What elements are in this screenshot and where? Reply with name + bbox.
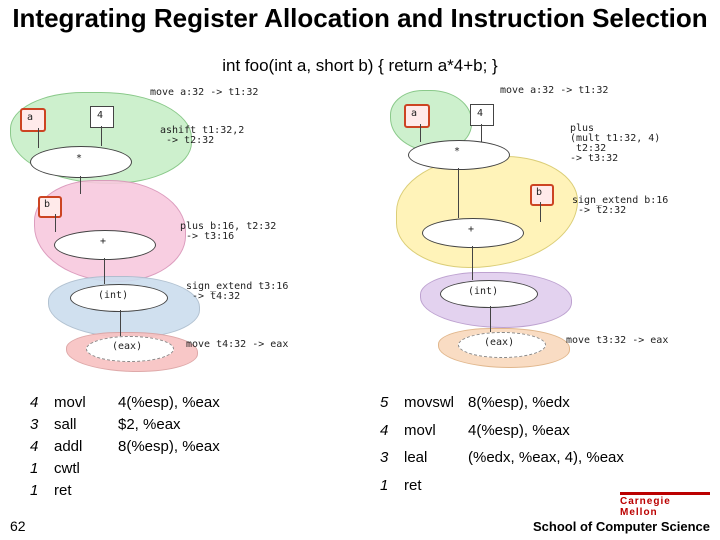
table-row: 1ret xyxy=(30,482,220,504)
anno-signext-l: sign_extend t3:16 -> t4:32 xyxy=(186,282,288,302)
lbl-star-l: * xyxy=(76,154,82,164)
anno-signext-r: sign_extend b:16 -> t2:32 xyxy=(572,196,668,216)
anno-plus-r: plus (mult t1:32, 4) t2:32 -> t3:32 xyxy=(570,124,660,164)
lbl-b-l: b xyxy=(44,200,50,210)
anno-move-a-l: move a:32 -> t1:32 xyxy=(150,88,258,98)
anno-ashift: ashift t1:32,2 -> t2:32 xyxy=(160,126,244,146)
lbl-eax-l: (eax) xyxy=(112,342,142,352)
left-diagram: a 4 * b + (int) (eax) xyxy=(0,84,360,378)
anno-move-t3: move t3:32 -> eax xyxy=(566,336,668,346)
table-row: 1cwtl xyxy=(30,460,220,482)
table-row: 1ret xyxy=(380,477,624,505)
lbl-a: a xyxy=(27,113,33,123)
logo-text: Carnegie Mellon xyxy=(620,492,710,518)
table-row: 4movl4(%esp), %eax xyxy=(30,394,220,416)
table-row: 4movl4(%esp), %eax xyxy=(380,422,624,450)
slide-number: 62 xyxy=(10,518,26,534)
lbl-int-l: (int) xyxy=(98,291,128,301)
lbl-eax-r: (eax) xyxy=(484,338,514,348)
right-diagram: a 4 * b + (int) (eax) move a:32 -> t1:32… xyxy=(360,84,720,378)
lbl-plus-r: + xyxy=(468,225,474,235)
slide-title: Integrating Register Allocation and Inst… xyxy=(0,0,720,34)
anno-move-t4: move t4:32 -> eax xyxy=(186,340,288,350)
lbl-4: 4 xyxy=(97,111,103,121)
table-row: 3sall$2, %eax xyxy=(30,416,220,438)
lbl-b-r: b xyxy=(536,188,542,198)
anno-plus-b: plus b:16, t2:32 -> t3:16 xyxy=(180,222,276,242)
footer-text: School of Computer Science xyxy=(533,519,710,534)
listings: 4movl4(%esp), %eax 3sall$2, %eax 4addl8(… xyxy=(0,394,720,504)
lbl-4-r: 4 xyxy=(477,109,483,119)
lbl-plus-l: + xyxy=(100,237,106,247)
lbl-int-r: (int) xyxy=(468,287,498,297)
anno-move-a-r: move a:32 -> t1:32 xyxy=(500,86,608,96)
table-row: 5movswl8(%esp), %edx xyxy=(380,394,624,422)
table-row: 3leal(%edx, %eax, 4), %eax xyxy=(380,449,624,477)
code-snippet: int foo(int a, short b) { return a*4+b; … xyxy=(0,56,720,76)
cmu-logo: Carnegie Mellon xyxy=(620,492,710,516)
lbl-a-r: a xyxy=(411,109,417,119)
right-listing: 5movswl8(%esp), %edx 4movl4(%esp), %eax … xyxy=(380,394,700,504)
lbl-star-r: * xyxy=(454,147,460,157)
table-row: 4addl8(%esp), %eax xyxy=(30,438,220,460)
diagrams-row: a 4 * b + (int) (eax) xyxy=(0,84,720,378)
left-listing: 4movl4(%esp), %eax 3sall$2, %eax 4addl8(… xyxy=(30,394,350,504)
